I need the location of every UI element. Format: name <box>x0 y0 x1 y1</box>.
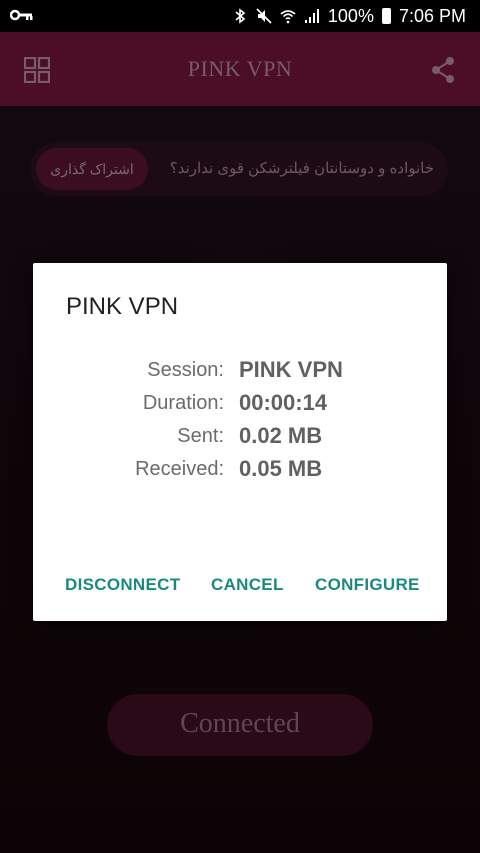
received-row: Received: 0.05 MB <box>33 456 447 491</box>
connection-status-dialog: PINK VPN Session: PINK VPN Duration: 00:… <box>33 263 447 621</box>
mute-icon <box>256 8 272 24</box>
banner-text: خانواده و دوستانتان فیلترشکن قوی ندارند؟ <box>169 160 434 177</box>
app-bar: PINK VPN <box>0 32 480 106</box>
dialog-title: PINK VPN <box>66 293 179 320</box>
sent-label: Sent: <box>177 425 224 447</box>
wifi-icon <box>280 10 296 24</box>
vpn-key-icon <box>10 9 33 21</box>
bluetooth-icon <box>235 8 246 24</box>
sent-row: Sent: 0.02 MB <box>33 423 447 458</box>
session-row: Session: PINK VPN <box>33 357 447 392</box>
share-icon[interactable] <box>430 56 456 84</box>
duration-row: Duration: 00:00:14 <box>33 390 447 425</box>
signal-icon <box>304 9 319 23</box>
configure-button[interactable]: CONFIGURE <box>315 575 420 595</box>
battery-percent: 100% <box>327 5 374 26</box>
session-label: Session: <box>147 359 224 381</box>
clock: 7:06 PM <box>398 5 466 26</box>
connect-button[interactable]: Connected <box>107 694 373 756</box>
app-title: PINK VPN <box>187 56 293 81</box>
dialog-actions: DISCONNECT CANCEL CONFIGURE <box>33 575 447 599</box>
disconnect-button[interactable]: DISCONNECT <box>65 575 180 595</box>
received-label: Received: <box>135 458 224 480</box>
cancel-button[interactable]: CANCEL <box>211 575 284 595</box>
status-bar: 100% 7:06 PM <box>0 0 480 32</box>
share-banner: خانواده و دوستانتان فیلترشکن قوی ندارند؟… <box>30 142 448 196</box>
sent-value: 0.02 MB <box>239 423 323 448</box>
battery-icon <box>381 8 391 24</box>
session-value: PINK VPN <box>239 357 343 382</box>
duration-label: Duration: <box>142 392 224 414</box>
share-button[interactable]: اشتراک گذاری <box>36 148 148 190</box>
duration-value: 00:00:14 <box>239 390 328 415</box>
received-value: 0.05 MB <box>239 456 323 481</box>
session-info: Session: PINK VPN Duration: 00:00:14 Sen… <box>33 357 447 491</box>
